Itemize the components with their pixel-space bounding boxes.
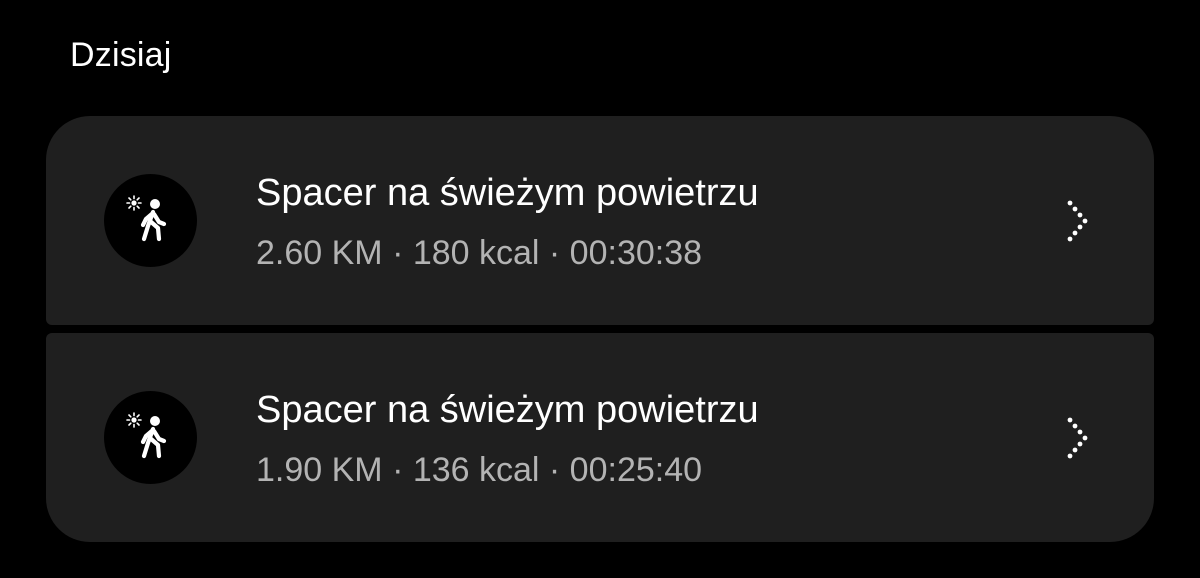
activity-title: Spacer na świeżym powietrzu [256,389,759,431]
activity-icon-badge [104,391,197,484]
activity-summary: 1.90 KM · 136 kcal · 00:25:40 [256,451,703,489]
activity-summary: 2.60 KM · 180 kcal · 00:30:38 [256,234,703,272]
activity-card-1[interactable]: Spacer na świeżym powietrzu 2.60 KM · 18… [46,116,1154,325]
section-title: Dzisiaj [70,36,172,74]
activity-card-2[interactable]: Spacer na świeżym powietrzu 1.90 KM · 13… [46,333,1154,542]
activity-title: Spacer na świeżym powietrzu [256,172,759,214]
outdoor-walk-icon [126,195,167,242]
outdoor-walk-icon [126,412,167,459]
chevron-right-icon[interactable] [1064,198,1094,246]
activity-icon-badge [104,174,197,267]
chevron-right-icon[interactable] [1064,415,1094,463]
